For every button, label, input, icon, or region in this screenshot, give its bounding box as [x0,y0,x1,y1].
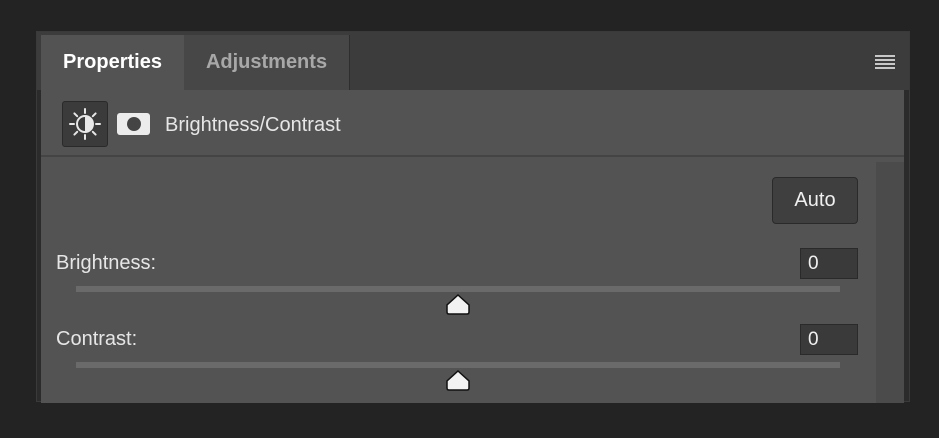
properties-panel: Properties Adjustments Brightness/Contra… [36,31,910,403]
brightness-slider-thumb[interactable] [445,293,471,315]
brightness-slider[interactable] [76,286,840,292]
scrollbar[interactable] [876,162,904,403]
panel-menu-icon[interactable] [875,55,895,69]
contrast-label: Contrast: [56,328,138,350]
auto-button[interactable]: Auto [772,177,858,224]
panel-tab-bar: Properties Adjustments [37,32,909,90]
brightness-value-field[interactable]: 0 [800,248,858,279]
adjustment-controls: Auto Brightness: 0 Contrast: 0 [41,157,904,403]
adjustment-header: Brightness/Contrast [41,90,904,157]
adjustment-title: Brightness/Contrast [165,114,341,136]
brightness-contrast-icon[interactable] [62,101,108,147]
contrast-slider-thumb[interactable] [445,369,471,391]
contrast-value-field[interactable]: 0 [800,324,858,355]
tab-adjustments[interactable]: Adjustments [184,35,350,90]
contrast-slider[interactable] [76,362,840,368]
layer-mask-icon[interactable] [117,113,150,135]
brightness-label: Brightness: [56,252,157,274]
tab-properties[interactable]: Properties [41,35,184,90]
